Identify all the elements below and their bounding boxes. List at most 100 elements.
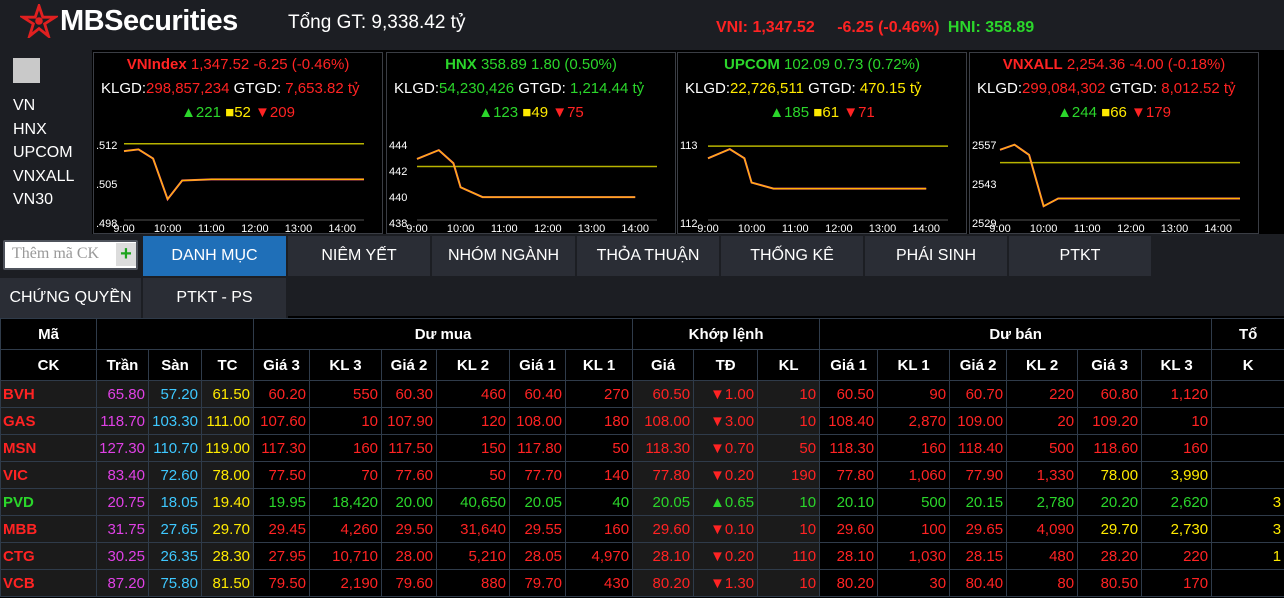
value-cell: 28.10 bbox=[632, 542, 695, 570]
value-cell: 3,990 bbox=[1141, 461, 1213, 489]
value-cell: ▼3.00 bbox=[693, 407, 759, 435]
floor-cell: 75.80 bbox=[148, 569, 202, 597]
floor-cell: 57.20 bbox=[148, 380, 202, 408]
table-row[interactable]: BVH 65.80 57.20 61.50 60.20 550 60.30 460 60.40 2… bbox=[0, 380, 1284, 408]
table-row[interactable]: CTG 30.25 26.35 28.30 27.95 10,710 28.00 5,210 2… bbox=[0, 542, 1284, 570]
table-row[interactable]: GAS 118.70 103.30 111.00 107.60 10 107.90 120 10… bbox=[0, 407, 1284, 435]
gtgd-label: GTGD: bbox=[518, 80, 566, 97]
value-cell: 60.40 bbox=[509, 380, 567, 408]
decliners-count: 209 bbox=[269, 104, 295, 121]
total-sub-header: K bbox=[1211, 349, 1284, 381]
symbol-cell[interactable]: CTG bbox=[0, 542, 97, 570]
total-cell: 1 bbox=[1211, 542, 1284, 570]
value-cell: 5,210 bbox=[436, 542, 511, 570]
table-row[interactable]: PVD 20.75 18.05 19.40 19.95 18,420 20.00 40,650… bbox=[0, 488, 1284, 516]
value-cell: 140 bbox=[565, 461, 634, 489]
symbol-cell[interactable]: BVH bbox=[0, 380, 97, 408]
value-cell: ▲0.65 bbox=[693, 488, 759, 516]
plus-icon[interactable]: + bbox=[116, 243, 136, 266]
value-cell: 118.30 bbox=[819, 434, 879, 462]
index-panel: VNXALL 2,254.36 -4.00 (-0.18%) KLGD:299,0… bbox=[969, 52, 1259, 235]
tab-danh-mục[interactable]: DANH MỤC bbox=[143, 236, 288, 276]
unchanged-count: 66 bbox=[1110, 104, 1127, 121]
value-cell: 107.60 bbox=[253, 407, 311, 435]
value-cell: 117.30 bbox=[253, 434, 311, 462]
tab-ptkt---ps[interactable]: PTKT - PS bbox=[143, 278, 288, 318]
index-series-line bbox=[999, 143, 1240, 208]
reference-cell: 29.70 bbox=[200, 515, 255, 543]
select-all-checkbox[interactable] bbox=[13, 58, 40, 83]
match-col-header: TĐ bbox=[693, 349, 759, 381]
logo[interactable]: MBSecurities bbox=[20, 3, 238, 39]
value-cell: 50 bbox=[436, 461, 511, 489]
value-cell: 60.50 bbox=[819, 380, 879, 408]
value-cell: 20 bbox=[1006, 407, 1079, 435]
panel-volume-line: KLGD:299,084,302 GTGD: 8,012.52 tỷ bbox=[970, 77, 1258, 101]
table-row[interactable]: MBB 31.75 27.65 29.70 29.45 4,260 29.50 31,640 2… bbox=[0, 515, 1284, 543]
symbol-cell[interactable]: GAS bbox=[0, 407, 97, 435]
value-cell: 28.05 bbox=[509, 542, 567, 570]
value-cell: 2,870 bbox=[877, 407, 951, 435]
panel-breadth: ▲244 ■66 ▼179 bbox=[970, 101, 1258, 125]
value-cell: 550 bbox=[309, 380, 383, 408]
up-arrow-icon: ▲ bbox=[1057, 104, 1072, 121]
decliners-count: 75 bbox=[567, 104, 584, 121]
gtgd-value: 7,653.82 tỷ bbox=[285, 80, 360, 97]
total-cell bbox=[1211, 461, 1284, 489]
value-cell: 29.55 bbox=[509, 515, 567, 543]
bid-col-header: KL 2 bbox=[436, 349, 511, 381]
panel-header: VNXALL 2,254.36 -4.00 (-0.18%) bbox=[970, 53, 1258, 77]
header-row-bottom: CK Trần Sàn TC Giá 3 KL 3 Giá 2 KL 2 Giá 1 KL 1 Gi… bbox=[0, 349, 1284, 381]
symbol-cell[interactable]: MSN bbox=[0, 434, 97, 462]
panel-breadth: ▲123 ■49 ▼75 bbox=[387, 101, 675, 125]
value-cell: 29.65 bbox=[949, 515, 1008, 543]
panel-header: VNIndex 1,347.52 -6.25 (-0.46%) bbox=[94, 53, 382, 77]
symbol-cell[interactable]: PVD bbox=[0, 488, 97, 516]
tab-phái-sinh[interactable]: PHÁI SINH bbox=[865, 236, 1009, 276]
index-list-item[interactable]: VN30 bbox=[13, 188, 74, 212]
symbol-cell[interactable]: VIC bbox=[0, 461, 97, 489]
index-list-item[interactable]: VN bbox=[13, 94, 74, 118]
index-list-item[interactable]: VNXALL bbox=[13, 165, 74, 189]
tab-nhóm-ngành[interactable]: NHÓM NGÀNH bbox=[432, 236, 577, 276]
value-cell: 77.80 bbox=[819, 461, 879, 489]
tab-niêm-yết[interactable]: NIÊM YẾT bbox=[288, 236, 432, 276]
tab-thống-kê[interactable]: THỐNG KÊ bbox=[721, 236, 865, 276]
value-cell: 500 bbox=[1006, 434, 1079, 462]
intraday-chart: 2557254325299:00 10:00 11:00 12:00 13:00 14:0… bbox=[972, 140, 1240, 235]
index-list-item[interactable]: HNX bbox=[13, 118, 74, 142]
y-tick-label: 113 bbox=[680, 140, 698, 152]
value-cell: 2,730 bbox=[1141, 515, 1213, 543]
index-list-item[interactable]: UPCOM bbox=[13, 141, 74, 165]
table-row[interactable]: MSN 127.30 110.70 119.00 117.30 160 117.50 150 1… bbox=[0, 434, 1284, 462]
gtgd-value: 8,012.52 tỷ bbox=[1161, 80, 1236, 97]
value-cell: 18,420 bbox=[309, 488, 383, 516]
y-tick-label: 2557 bbox=[972, 140, 996, 152]
tab-ptkt[interactable]: PTKT bbox=[1009, 236, 1153, 276]
down-arrow-icon: ▼ bbox=[552, 104, 568, 121]
symbol-cell[interactable]: VCB bbox=[0, 569, 97, 597]
value-cell: 10 bbox=[757, 407, 821, 435]
vni-change: -6.25 (-0.46%) bbox=[837, 19, 940, 36]
mb-star-icon bbox=[20, 4, 58, 38]
square-icon: ■ bbox=[813, 104, 823, 121]
floor-cell: 27.65 bbox=[148, 515, 202, 543]
panel-index-value: 102.09 bbox=[784, 56, 830, 73]
value-cell: 79.70 bbox=[509, 569, 567, 597]
floor-cell: 72.60 bbox=[148, 461, 202, 489]
tab-thỏa-thuận[interactable]: THỎA THUẬN bbox=[577, 236, 721, 276]
advancers-count: 185 bbox=[784, 104, 810, 121]
value-cell: 31,640 bbox=[436, 515, 511, 543]
table-row[interactable]: VCB 87.20 75.80 81.50 79.50 2,190 79.60 880 79.7… bbox=[0, 569, 1284, 597]
value-cell: 1,120 bbox=[1141, 380, 1213, 408]
bid-header: Dư mua bbox=[253, 318, 634, 350]
value-cell: 77.50 bbox=[253, 461, 311, 489]
value-cell: 1,030 bbox=[877, 542, 951, 570]
square-icon: ■ bbox=[225, 104, 235, 121]
panel-volume-line: KLGD:298,857,234 GTGD: 7,653.82 tỷ bbox=[94, 77, 382, 101]
table-row[interactable]: VIC 83.40 72.60 78.00 77.50 70 77.60 50 77.70 140… bbox=[0, 461, 1284, 489]
tab-chứng-quyền[interactable]: CHỨNG QUYỀN bbox=[0, 278, 143, 318]
symbol-cell[interactable]: MBB bbox=[0, 515, 97, 543]
decliners-count: 71 bbox=[858, 104, 875, 121]
panel-index-change: -6.25 (-0.46%) bbox=[253, 56, 350, 73]
